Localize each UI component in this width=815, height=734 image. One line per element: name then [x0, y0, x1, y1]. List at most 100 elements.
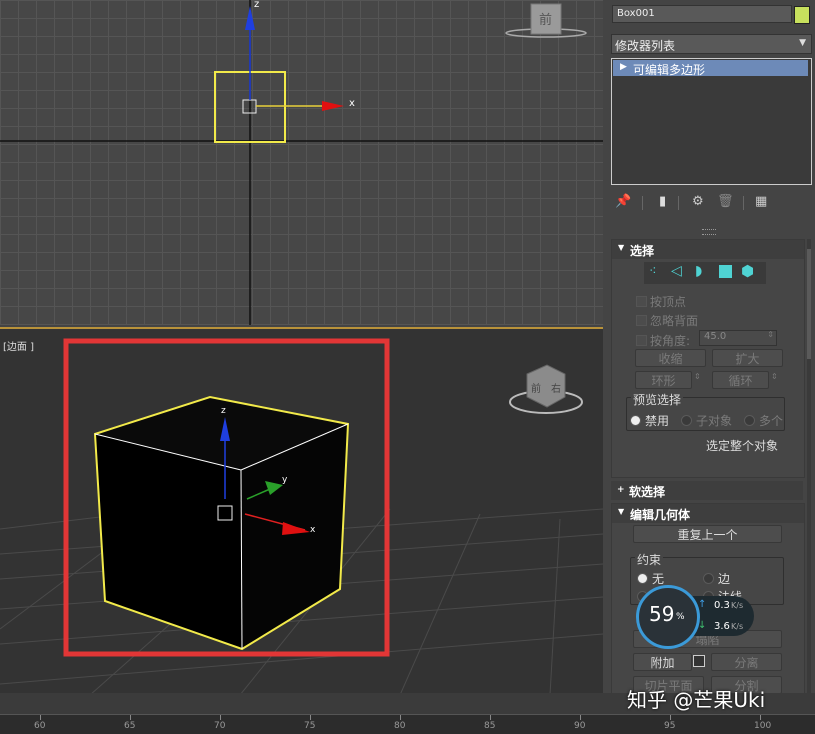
percent-value: 59	[649, 602, 675, 626]
by-vertex-label: 按顶点	[650, 295, 687, 309]
scrollbar-thumb[interactable]	[807, 249, 811, 359]
upload-unit: K/s	[731, 601, 744, 610]
timeline-tick-label: 80	[394, 721, 406, 731]
stack-toolbar: 📌 ▮ ⚙ 🗑 ▦	[615, 194, 775, 214]
selection-rollout-header[interactable]: ▼ 选择	[612, 240, 804, 259]
preview-off-radio[interactable]: 禁用	[630, 410, 669, 429]
gizmo-x-label: x	[349, 98, 355, 109]
upload-arrow-icon: ↑	[698, 599, 707, 610]
rollout-title: 选择	[630, 244, 655, 258]
show-end-result-icon[interactable]: ▮	[659, 194, 666, 209]
gizmo-x-arrow	[322, 101, 344, 111]
download-rate: 3.6	[714, 621, 730, 632]
constraint-edge-label: 边	[718, 572, 731, 586]
network-speed-widget[interactable]: 59 % ↑ 0.3 K/s ↓ 3.6 K/s	[636, 585, 754, 649]
polygon-mode-icon[interactable]	[719, 265, 732, 278]
preview-subobj-radio[interactable]: 子对象	[681, 410, 732, 429]
timeline-ruler[interactable]: 60 65 70 75 80 85 90 95 100	[0, 714, 815, 734]
expand-arrow-icon[interactable]: ▶	[620, 62, 627, 72]
edit-geometry-rollout-header[interactable]: ▼ 编辑几何体	[612, 504, 804, 523]
detach-button[interactable]: 分离	[711, 653, 782, 671]
timeline-tick-label: 100	[754, 721, 772, 731]
grow-button[interactable]: 扩大	[712, 349, 783, 367]
timeline-tick	[40, 715, 41, 720]
edge-mode-icon[interactable]: ◁	[671, 263, 682, 279]
configure-modifier-sets-icon[interactable]: ▦	[755, 194, 767, 209]
timeline-tick-label: 65	[124, 721, 136, 731]
preview-multi-label: 多个	[759, 414, 784, 428]
stack-item-label: 可编辑多边形	[633, 63, 706, 77]
viewcube-right-label[interactable]: 右	[551, 380, 561, 395]
by-angle-checkbox[interactable]: 按角度:	[636, 330, 690, 349]
timeline-tick	[220, 715, 221, 720]
gizmo-x-label: x	[310, 525, 316, 535]
pin-stack-icon[interactable]: 📌	[615, 194, 631, 209]
timeline-tick-label: 60	[34, 721, 46, 731]
timeline-tick	[490, 715, 491, 720]
cube-front-face	[95, 434, 242, 649]
vertex-mode-icon[interactable]: ⁖	[649, 264, 657, 279]
perspective-viewport-scene	[0, 338, 603, 695]
ignore-backfacing-label: 忽略背面	[650, 314, 699, 328]
front-viewport-overlay	[0, 0, 603, 325]
timeline-tick-label: 85	[484, 721, 496, 731]
modifier-list-label: 修改器列表	[615, 39, 676, 53]
constraint-none-label: 无	[652, 572, 665, 586]
ring-button[interactable]: 环形	[635, 371, 692, 389]
by-angle-label: 按角度:	[650, 334, 691, 348]
border-mode-icon[interactable]: ◗	[695, 263, 702, 279]
preview-subobj-label: 子对象	[696, 414, 733, 428]
front-viewport[interactable]: x z 前	[0, 0, 603, 325]
watermark: 知乎 @芒果Uki	[627, 688, 766, 712]
timeline-tick	[400, 715, 401, 720]
collapse-arrow-icon: ▼	[618, 507, 625, 516]
ring-spinner-icon[interactable]: ⇕	[694, 372, 701, 381]
attach-button[interactable]: 附加	[633, 653, 692, 671]
selection-rollout: ▼ 选择 ⁖ ◁ ◗ ⬢ 按顶点 忽略背面 按角度: 45.0 ⇕ 收缩 扩大 …	[611, 239, 805, 478]
selection-info-text: 选定整个对象	[706, 439, 779, 453]
ignore-backfacing-checkbox[interactable]: 忽略背面	[636, 310, 698, 329]
element-mode-icon[interactable]: ⬢	[741, 262, 754, 280]
by-vertex-checkbox[interactable]: 按顶点	[636, 291, 686, 310]
subobject-toolbar: ⁖ ◁ ◗ ⬢	[644, 262, 766, 284]
modifier-list-dropdown[interactable]: 修改器列表 ▼	[611, 34, 812, 54]
timeline-tick	[670, 715, 671, 720]
viewcube-front-label[interactable]: 前	[539, 9, 552, 28]
make-unique-icon[interactable]: ⚙	[692, 194, 704, 209]
repeat-last-button[interactable]: 重复上一个	[633, 525, 782, 543]
angle-spinner[interactable]: 45.0 ⇕	[699, 330, 777, 346]
soft-selection-rollout-header[interactable]: + 软选择	[611, 481, 803, 500]
plus-icon: +	[617, 485, 625, 495]
spinner-arrows-icon[interactable]: ⇕	[767, 330, 774, 339]
gizmo-z-label: z	[221, 406, 226, 416]
chevron-down-icon: ▼	[799, 38, 806, 48]
timeline-tick-label: 90	[574, 721, 586, 731]
viewport-label[interactable]: [边面 ]	[3, 338, 34, 353]
timeline-tick-label: 75	[304, 721, 316, 731]
object-name-field[interactable]: Box001	[612, 5, 792, 23]
modifier-stack[interactable]: ▶ 可编辑多边形	[611, 58, 812, 185]
preview-selection-title: 预览选择	[631, 391, 684, 408]
rollout-title: 编辑几何体	[630, 508, 691, 522]
gizmo-y-label: y	[282, 475, 288, 485]
stack-item-editable-poly[interactable]: ▶ 可编辑多边形	[613, 60, 808, 77]
percent-unit: %	[676, 612, 685, 622]
timeline-tick	[310, 715, 311, 720]
preview-multi-radio[interactable]: 多个	[744, 410, 783, 429]
panel-scrollbar[interactable]	[807, 239, 811, 693]
panel-resize-handle[interactable]	[702, 229, 716, 235]
viewcube-front-label[interactable]: 前	[531, 380, 541, 395]
preview-off-label: 禁用	[645, 414, 670, 428]
perspective-viewport[interactable]: [边面 ] z y x 前 右	[0, 327, 603, 695]
constraint-title: 约束	[635, 551, 664, 568]
rollout-title: 软选择	[629, 485, 666, 499]
angle-value: 45.0	[704, 331, 727, 342]
shrink-button[interactable]: 收缩	[635, 349, 706, 367]
attach-list-icon[interactable]	[693, 655, 705, 667]
object-color-swatch[interactable]	[794, 6, 810, 24]
remove-modifier-icon[interactable]: 🗑	[717, 194, 734, 209]
timeline-tick-label: 70	[214, 721, 226, 731]
loop-spinner-icon[interactable]: ⇕	[771, 372, 778, 381]
collapse-arrow-icon: ▼	[618, 243, 625, 252]
loop-button[interactable]: 循环	[712, 371, 769, 389]
